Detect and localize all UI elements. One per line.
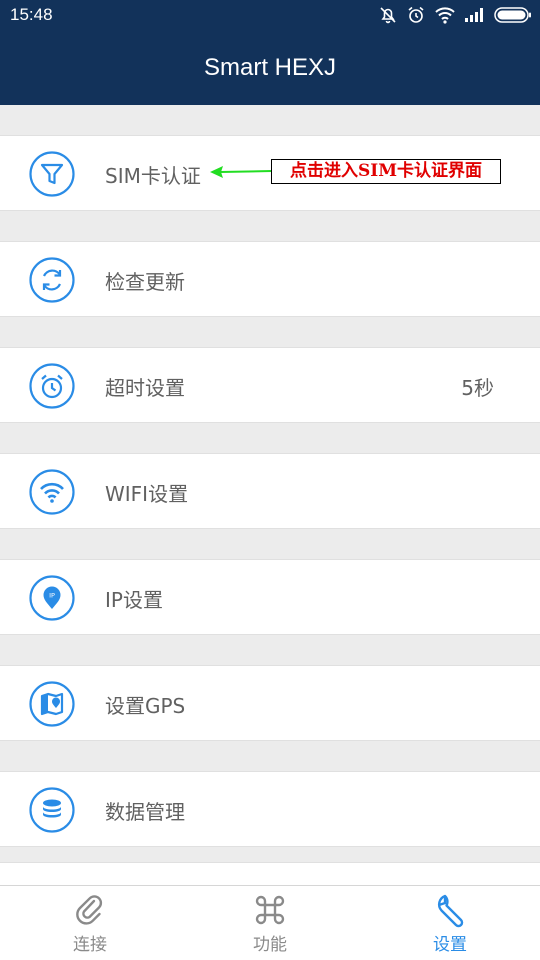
status-time: 15:48: [10, 5, 53, 24]
refresh-icon: [29, 257, 75, 303]
bottom-nav: 连接 功能 设置: [0, 885, 540, 960]
signal-icon: [465, 8, 483, 22]
setting-row-partial: [0, 862, 540, 885]
app-bar: Smart HEXJ: [0, 30, 540, 105]
setting-label-check-update: 检查更新: [105, 270, 185, 294]
tab-settings-label: 设置: [433, 935, 467, 955]
paperclip-icon: [76, 895, 103, 925]
setting-row-wifi[interactable]: WIFI设置: [0, 453, 540, 529]
map-icon: [29, 681, 75, 727]
status-icons: [378, 4, 532, 26]
tab-functions-label: 功能: [253, 935, 287, 955]
tab-settings[interactable]: 设置: [360, 886, 540, 960]
notifications-off-icon: [380, 7, 396, 24]
annotation-arrow-icon: [210, 166, 273, 178]
timeout-value: 5秒: [461, 376, 494, 400]
setting-row-timeout[interactable]: 超时设置 5秒: [0, 347, 540, 423]
tab-functions[interactable]: 功能: [180, 886, 360, 960]
svg-text:IP: IP: [49, 592, 55, 600]
alarm-clock-icon: [29, 363, 75, 409]
setting-row-check-update[interactable]: 检查更新: [0, 241, 540, 317]
status-bar: 15:48: [0, 0, 540, 30]
setting-label-gps: 设置GPS: [105, 694, 186, 718]
command-icon: [255, 895, 285, 925]
database-icon: [29, 787, 75, 833]
annotation-label: 点击进入SIM卡认证界面: [271, 159, 501, 184]
wrench-icon: [437, 894, 464, 928]
tab-connect[interactable]: 连接: [0, 886, 180, 960]
funnel-icon: [29, 151, 75, 197]
setting-row-gps[interactable]: 设置GPS: [0, 665, 540, 741]
wifi-icon: [435, 7, 455, 24]
setting-row-data-management[interactable]: 数据管理: [0, 771, 540, 847]
app-title: Smart HEXJ: [203, 54, 337, 81]
tab-connect-label: 连接: [73, 935, 107, 955]
battery-icon: [494, 7, 531, 23]
setting-label-ip: IP设置: [105, 588, 163, 612]
setting-label-data-management: 数据管理: [105, 800, 185, 824]
alarm-icon: [408, 6, 424, 23]
setting-label-sim-auth: SIM卡认证: [105, 164, 201, 188]
ip-location-icon: IP: [29, 575, 75, 621]
settings-list: SIM卡认证 检查更新 超时设置 5秒 WIFI设置 IP IP设置 设置GPS…: [0, 105, 540, 885]
setting-label-wifi: WIFI设置: [105, 482, 189, 506]
wifi-icon: [29, 469, 75, 515]
setting-row-ip[interactable]: IP IP设置: [0, 559, 540, 635]
setting-label-timeout: 超时设置: [105, 376, 185, 400]
